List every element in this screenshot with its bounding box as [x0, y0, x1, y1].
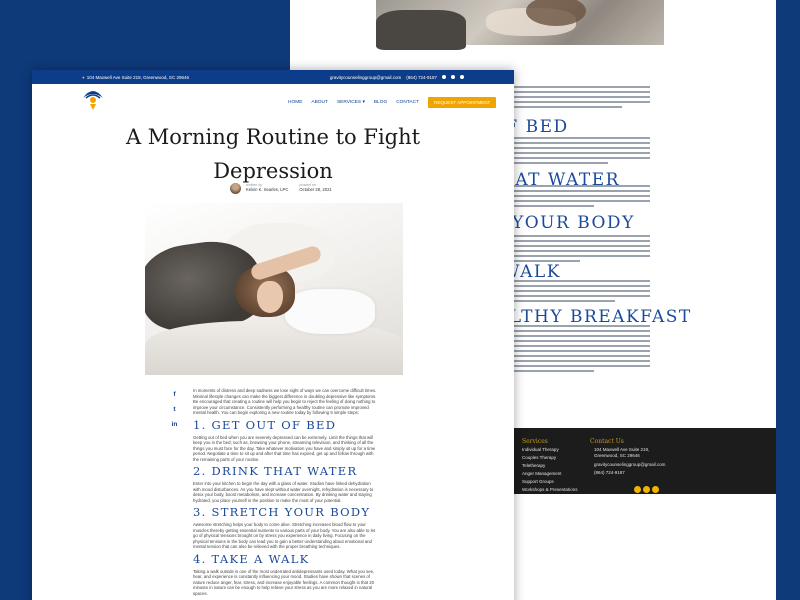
twitter-icon[interactable] [460, 75, 464, 79]
facebook-share-icon[interactable]: f [171, 391, 178, 398]
footer-service-item[interactable]: Individual Therapy [522, 447, 559, 452]
twitter-icon[interactable] [652, 486, 659, 493]
back-heading-3: YOUR BODY [512, 213, 635, 233]
back-heading-5: ALTHY BREAKFAST [496, 307, 692, 327]
request-appointment-button[interactable]: REQUEST APPOINTMENT [428, 97, 497, 108]
footer-service-item[interactable]: Anger Management [522, 471, 562, 476]
front-page-screenshot: ● 104 Maxwell Ave Suite 219, Greenwood, S… [32, 70, 514, 600]
instagram-icon[interactable] [643, 486, 650, 493]
site-logo[interactable] [82, 86, 104, 110]
back-paragraph [510, 86, 650, 111]
section-heading: 4. TAKE A WALK [193, 551, 310, 566]
author-avatar [230, 183, 241, 194]
back-paragraph [510, 325, 650, 375]
linkedin-share-icon[interactable]: in [171, 421, 178, 428]
facebook-icon[interactable] [442, 75, 446, 79]
back-paragraph [510, 280, 650, 305]
date-block: posted on October 28, 2021 [299, 183, 331, 194]
twitter-share-icon[interactable]: t [171, 406, 178, 413]
footer-service-item[interactable]: Teletherapy [522, 463, 545, 468]
section-text: Enter into your kitchen to begin the day… [193, 481, 374, 503]
footer-service-item[interactable]: Couples Therapy [522, 455, 556, 460]
nav-contact[interactable]: CONTACT [396, 100, 419, 105]
facebook-icon[interactable] [634, 486, 641, 493]
instagram-icon[interactable] [451, 75, 455, 79]
section-text: Taking a walk outside is one of the most… [193, 568, 375, 596]
location-pin-icon: ● [82, 74, 85, 80]
back-paragraph [510, 185, 650, 210]
article-intro: In moments of distress and deep sadness … [193, 388, 377, 415]
footer-social-icons [634, 480, 661, 498]
article-byline: written by Kelvin K. Searles, LPC posted… [230, 183, 332, 194]
footer-email[interactable]: gravitycounselinggroup@gmail.com [594, 462, 665, 467]
hero-image-woman-in-bed [145, 203, 403, 375]
topbar-phone[interactable]: (864) 724-9187 [406, 75, 437, 80]
author-block: written by Kelvin K. Searles, LPC [246, 183, 288, 194]
section-text: Getting out of bed when you are severely… [193, 434, 376, 462]
footer-contact-title: Contact Us [590, 438, 624, 445]
top-info-bar: ● 104 Maxwell Ave Suite 219, Greenwood, S… [32, 70, 514, 84]
footer-phone[interactable]: (864) 724-9187 [594, 470, 625, 475]
section-heading: 3. STRETCH YOUR BODY [193, 505, 371, 519]
nav-services[interactable]: SERVICES ▾ [337, 100, 365, 105]
footer-service-item[interactable]: Workshops & Presentations [522, 487, 577, 492]
topbar-email[interactable]: gravitycounselinggroup@gmail.com [330, 75, 401, 80]
footer-services-title: Services [522, 438, 548, 445]
topbar-contact: gravitycounselinggroup@gmail.com (864) 7… [330, 75, 464, 80]
section-heading: 1. GET OUT OF BED [193, 417, 337, 432]
main-nav: HOME ABOUT SERVICES ▾ BLOG CONTACT REQUE… [288, 97, 497, 108]
page-title-line-1: A Morning Routine to Fight [125, 125, 421, 149]
footer-contact-line: 104 Maxwell Ave Suite 219, [594, 447, 650, 452]
article-body: In moments of distress and deep sadness … [193, 388, 377, 599]
nav-blog[interactable]: BLOG [374, 100, 387, 105]
header-nav-row: HOME ABOUT SERVICES ▾ BLOG CONTACT REQUE… [32, 84, 514, 114]
section-heading: 2. DRINK THAT WATER [193, 464, 358, 478]
back-footer: Services Individual Therapy Couples Ther… [508, 428, 776, 494]
share-icons: f t in [171, 391, 178, 428]
page-title: A Morning Routine to Fight Depression [32, 120, 514, 188]
nav-about[interactable]: ABOUT [311, 100, 328, 105]
topbar-address: ● 104 Maxwell Ave Suite 219, Greenwood, S… [82, 74, 189, 80]
post-date: October 28, 2021 [299, 187, 332, 192]
author-name[interactable]: Kelvin K. Searles, LPC [246, 187, 288, 192]
back-hero-image [376, 0, 664, 50]
nav-home[interactable]: HOME [288, 100, 302, 105]
back-paragraph [510, 137, 650, 167]
footer-service-item[interactable]: Support Groups [522, 479, 554, 484]
section-text: Awesome stretching helps your body to co… [193, 522, 376, 549]
footer-contact-line: Greenwood, SC 29646 [594, 453, 640, 458]
back-paragraph [510, 235, 650, 265]
